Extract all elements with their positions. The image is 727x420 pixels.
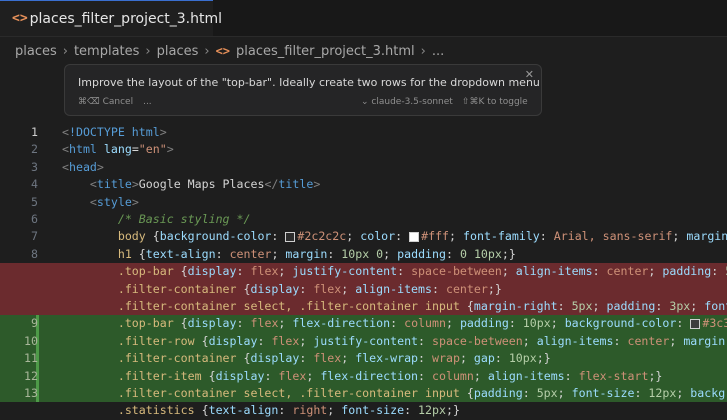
color-swatch-icon[interactable] — [690, 318, 701, 329]
cancel-label: ⌘⌫ Cancel — [78, 97, 134, 107]
code-text: <title>Google Maps Places</title> — [89, 177, 321, 192]
code-text: <head> — [62, 159, 104, 174]
code-text: .filter-container select, .filter-contai… — [117, 299, 727, 313]
more-options-button[interactable]: ... — [143, 97, 152, 107]
inline-edit-prompt[interactable]: Improve the layout of the "top-bar". Ide… — [64, 64, 542, 116]
line-number: 6 — [31, 212, 38, 226]
line-number: 7 — [31, 229, 38, 244]
line-number: 10 — [24, 333, 38, 348]
code-line[interactable]: 8 h1 {text-align: center; margin: 10px 0… — [0, 246, 727, 263]
chevron-right-icon: › — [204, 43, 210, 59]
code-text: .filter-row {display: flex; justify-cont… — [117, 333, 727, 348]
line-number: 12 — [24, 368, 38, 383]
code-line-removed[interactable]: .filter-container {display: flex; align-… — [0, 280, 727, 298]
line-number: 8 — [31, 246, 38, 261]
code-text: .top-bar {display: flex; justify-content… — [117, 264, 727, 279]
breadcrumb-item-places[interactable]: places — [15, 44, 57, 59]
code-text: body {background-color: #2c2c2c; color: … — [117, 229, 727, 244]
cancel-button[interactable]: ⌘⌫ Cancel... — [78, 97, 152, 107]
code-line-added[interactable]: 12 .filter-item {display: flex; flex-dir… — [0, 367, 727, 386]
breadcrumb-item-templates[interactable]: templates — [74, 44, 139, 59]
code-text: /* Basic styling */ — [117, 212, 251, 226]
line-number: 3 — [31, 159, 38, 174]
chevron-right-icon: › — [62, 43, 68, 59]
code-text: .top-bar {display: flex; flex-direction:… — [117, 316, 727, 331]
code-line-removed[interactable]: .filter-container select, .filter-contai… — [0, 298, 727, 316]
code-text: h1 {text-align: center; margin: 10px 0; … — [117, 246, 516, 261]
code-text: <html lang="en"> — [62, 142, 174, 157]
toggle-hint: ⇧⌘K to toggle — [462, 97, 528, 107]
prompt-text[interactable]: Improve the layout of the "top-bar". Ide… — [78, 76, 540, 89]
color-swatch-icon[interactable] — [409, 231, 420, 242]
line-number: 9 — [31, 316, 38, 331]
code-text: <!DOCTYPE html> — [62, 125, 167, 139]
code-file-icon: <> — [215, 44, 231, 58]
code-text: .filter-container {display: flex; align-… — [117, 281, 502, 296]
code-line-added[interactable]: 9 .top-bar {display: flex; flex-directio… — [0, 315, 727, 334]
chevron-right-icon: › — [145, 43, 151, 59]
code-line[interactable]: 3 <head> — [0, 159, 727, 176]
code-line[interactable]: 6 /* Basic styling */ — [0, 211, 727, 228]
tab-label: places_filter_project_3.html — [29, 10, 223, 27]
code-line[interactable]: 5 <style> — [0, 194, 727, 211]
code-line-added[interactable]: 13 .filter-container select, .filter-con… — [0, 385, 727, 403]
code-line[interactable]: 7 body {background-color: #2c2c2c; color… — [0, 228, 727, 245]
breadcrumb-item-file[interactable]: places_filter_project_3.html — [236, 44, 415, 59]
code-line[interactable]: 1 <!DOCTYPE html> — [0, 124, 727, 141]
chevron-right-icon: › — [420, 43, 426, 59]
line-number: 2 — [31, 142, 38, 157]
code-text: .statistics {text-align: right; font-siz… — [117, 403, 460, 418]
code-line-removed[interactable]: .top-bar {display: flex; justify-content… — [0, 263, 727, 281]
tab-bar: <> places_filter_project_3.html — [0, 0, 727, 37]
code-text: .filter-container {display: flex; flex-w… — [117, 351, 551, 366]
code-editor[interactable]: 1 <!DOCTYPE html> 2 <html lang="en"> 3 <head>… — [0, 124, 727, 417]
code-line-added[interactable]: 11 .filter-container {display: flex; fle… — [0, 350, 727, 368]
color-swatch-icon[interactable] — [285, 231, 296, 242]
code-text: <style> — [89, 194, 139, 209]
line-number: 1 — [31, 125, 38, 139]
model-selector[interactable]: ⌄ claude-3.5-sonnet — [361, 97, 453, 107]
line-number: 13 — [24, 386, 38, 400]
close-icon[interactable]: ✕ — [525, 68, 534, 81]
breadcrumb-item-more[interactable]: ... — [432, 44, 444, 59]
code-line[interactable]: 4 <title>Google Maps Places</title> — [0, 176, 727, 193]
line-number: 4 — [31, 177, 38, 192]
code-text: .filter-container select, .filter-contai… — [117, 386, 727, 400]
code-line-added[interactable]: 10 .filter-row {display: flex; justify-c… — [0, 332, 727, 351]
breadcrumb: places › templates › places › <> places_… — [15, 43, 444, 59]
code-text: .filter-item {display: flex; flex-direct… — [117, 368, 663, 383]
code-file-icon: <> — [12, 11, 28, 26]
tab-places-filter-project[interactable]: <> places_filter_project_3.html — [0, 0, 222, 36]
code-line[interactable]: 2 <html lang="en"> — [0, 141, 727, 158]
line-number: 11 — [24, 351, 38, 366]
breadcrumb-item-places-sub[interactable]: places — [157, 44, 199, 59]
line-number: 5 — [31, 194, 38, 209]
